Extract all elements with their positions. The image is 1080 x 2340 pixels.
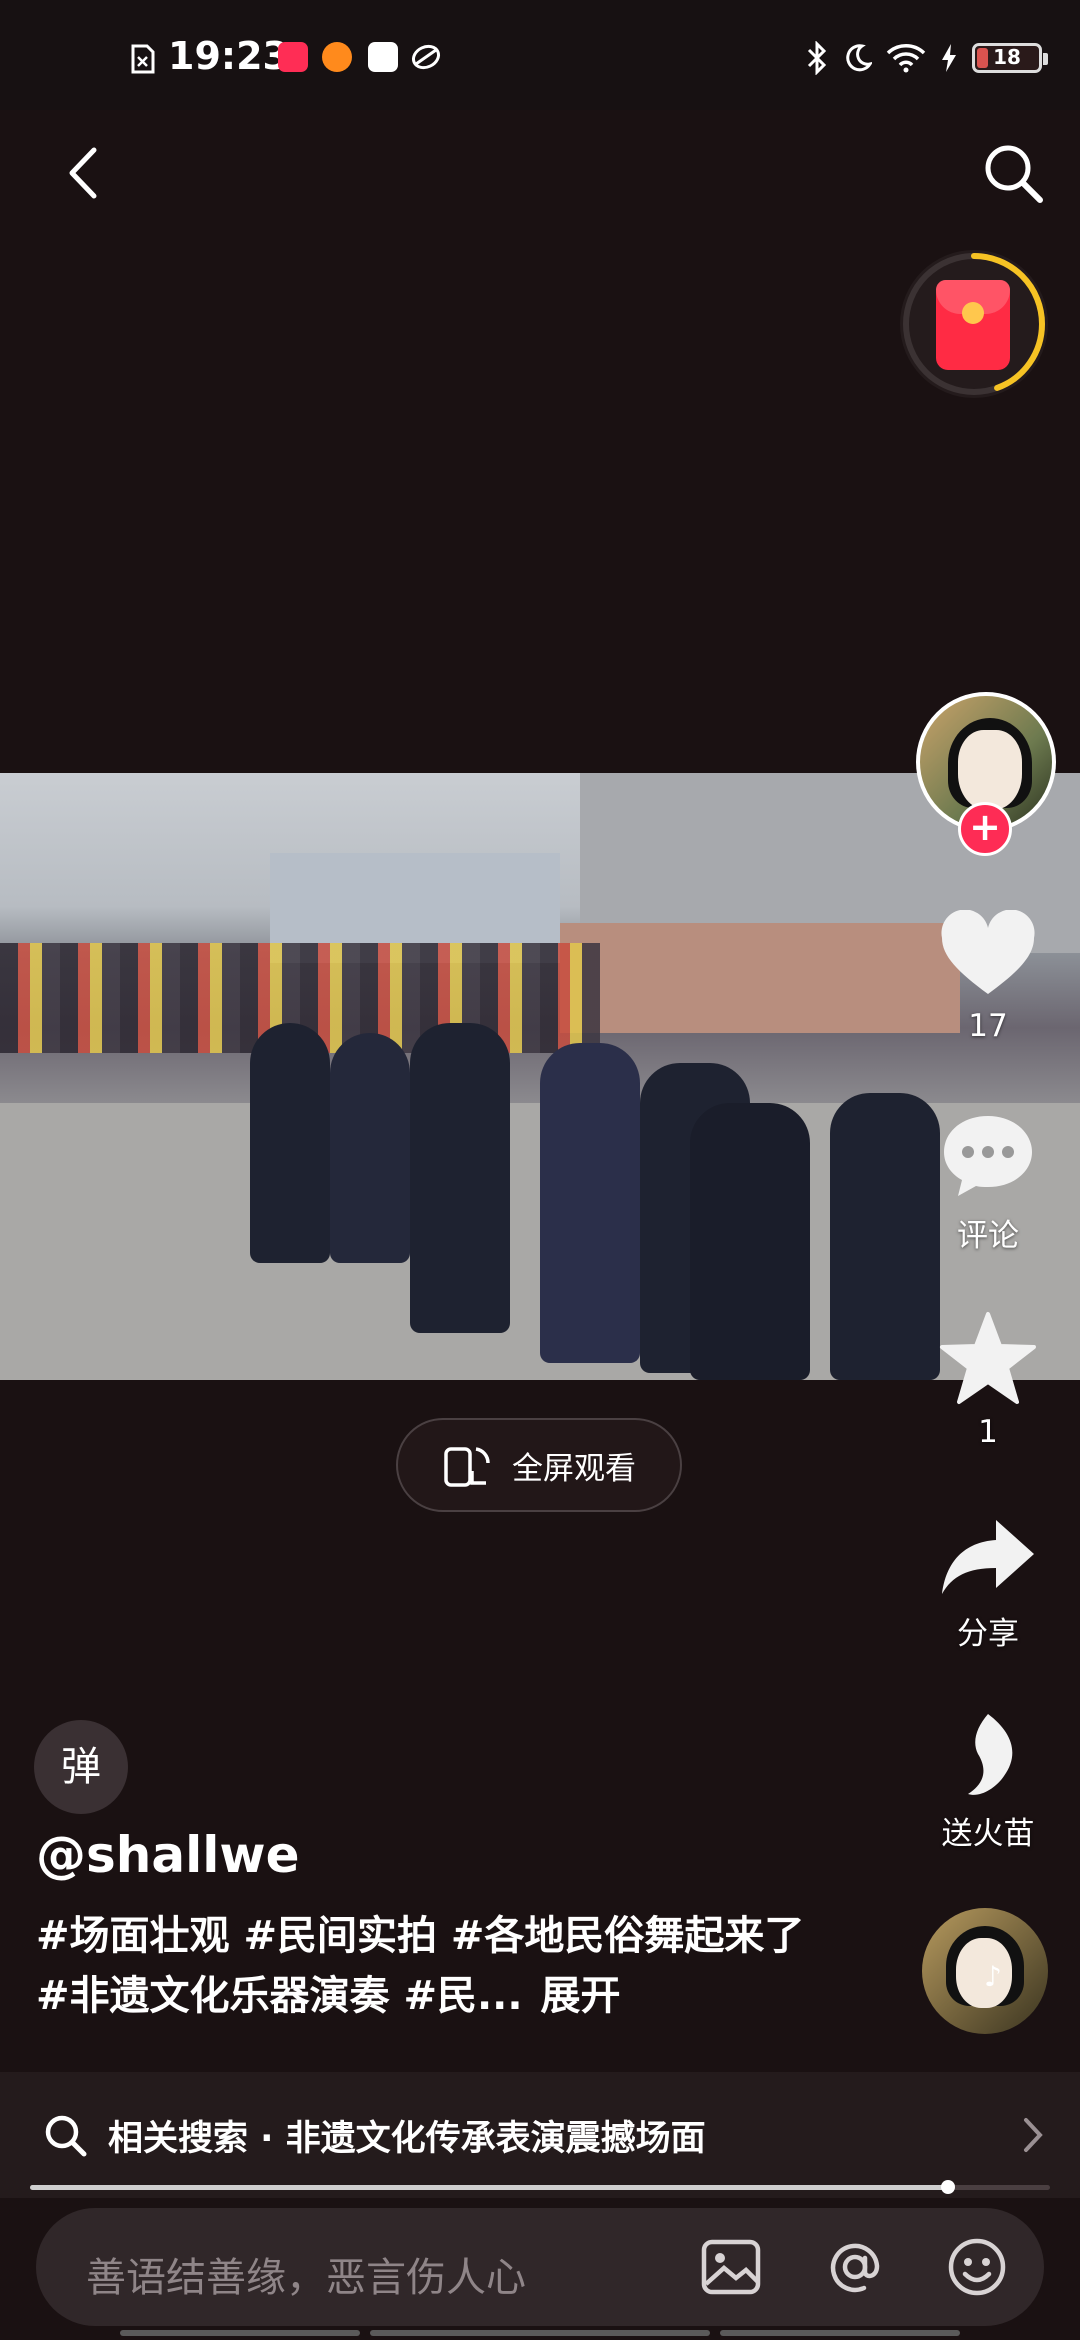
nav-indicator	[370, 2330, 710, 2336]
music-note-icon: ♪	[984, 1960, 1002, 1993]
like-button[interactable]: 17	[928, 909, 1048, 1044]
wifi-icon	[886, 44, 926, 73]
comment-placeholder[interactable]: 善语结善缘，恶言伤人心	[86, 2245, 526, 2303]
app-orange-icon	[322, 42, 352, 72]
red-packet-timer-button[interactable]	[900, 250, 1048, 398]
comment-button[interactable]: 评论	[928, 1110, 1048, 1255]
bluetooth-icon	[807, 41, 827, 75]
search-icon	[45, 2115, 87, 2157]
status-time: 19:23	[168, 34, 289, 78]
battery-indicator: 18	[972, 43, 1048, 73]
back-icon[interactable]	[50, 138, 120, 208]
image-icon[interactable]	[696, 2232, 766, 2302]
sim-off-icon	[131, 44, 155, 74]
fullscreen-label: 全屏观看	[512, 1450, 636, 1487]
emoji-icon[interactable]	[942, 2232, 1012, 2302]
share-label: 分享	[957, 1616, 1019, 1652]
comment-label: 评论	[957, 1218, 1019, 1254]
favorite-button[interactable]: 1	[928, 1310, 1048, 1450]
nav-indicator	[720, 2330, 960, 2336]
flame-icon	[968, 1714, 1013, 1795]
mention-icon[interactable]	[820, 2232, 890, 2302]
favorite-count: 1	[978, 1414, 998, 1450]
search-icon[interactable]	[978, 138, 1048, 208]
app-swirl-icon	[411, 44, 441, 70]
battery-level: 18	[993, 45, 1021, 69]
share-button[interactable]: 分享	[928, 1516, 1048, 1653]
like-count: 17	[968, 1008, 1008, 1044]
video-progress-bar[interactable]	[30, 2180, 1050, 2194]
fullscreen-button[interactable]: 全屏观看	[396, 1418, 682, 1512]
heart-icon	[941, 909, 1035, 994]
moon-icon	[846, 44, 872, 72]
progress-handle[interactable]	[941, 2180, 955, 2194]
danmu-toggle-button[interactable]: 弹	[34, 1720, 128, 1814]
danmu-label: 弹	[61, 1744, 101, 1790]
expand-link[interactable]: 展开	[541, 1973, 621, 2019]
star-icon	[940, 1312, 1036, 1404]
mail-icon	[368, 42, 398, 72]
related-search-bar[interactable]: 相关搜索 · 非遗文化传承表演震撼场面	[0, 2072, 1080, 2198]
gift-label: 送火苗	[941, 1816, 1035, 1852]
gift-fire-button[interactable]: 送火苗	[928, 1710, 1048, 1853]
music-disc[interactable]: ♪	[922, 1908, 1048, 2034]
comment-input-bar[interactable]: 善语结善缘，恶言伤人心	[36, 2208, 1044, 2326]
video-player[interactable]	[0, 773, 1080, 1380]
rotate-screen-icon	[444, 1447, 490, 1487]
post-caption: #场面壮观 #民间实拍 #各地民俗舞起来了 #非遗文化乐器演奏 #民... 展开	[36, 1906, 836, 2026]
follow-plus-button[interactable]: +	[958, 802, 1012, 856]
status-bar: 19:23 18	[0, 0, 1080, 110]
chevron-right-icon	[1024, 2118, 1043, 2152]
related-search-text: 相关搜索 · 非遗文化传承表演震撼场面	[108, 2119, 706, 2159]
charging-icon	[942, 44, 956, 72]
red-envelope-icon	[936, 280, 1010, 370]
app-red-icon	[278, 42, 308, 72]
author-name[interactable]: @shallwe	[36, 1826, 299, 1884]
share-arrow-icon	[942, 1520, 1034, 1594]
caption-text: #场面壮观 #民间实拍 #各地民俗舞起来了 #非遗文化乐器演奏 #民...	[36, 1913, 805, 2019]
nav-indicator	[120, 2330, 360, 2336]
comment-bubble-icon	[944, 1116, 1032, 1196]
